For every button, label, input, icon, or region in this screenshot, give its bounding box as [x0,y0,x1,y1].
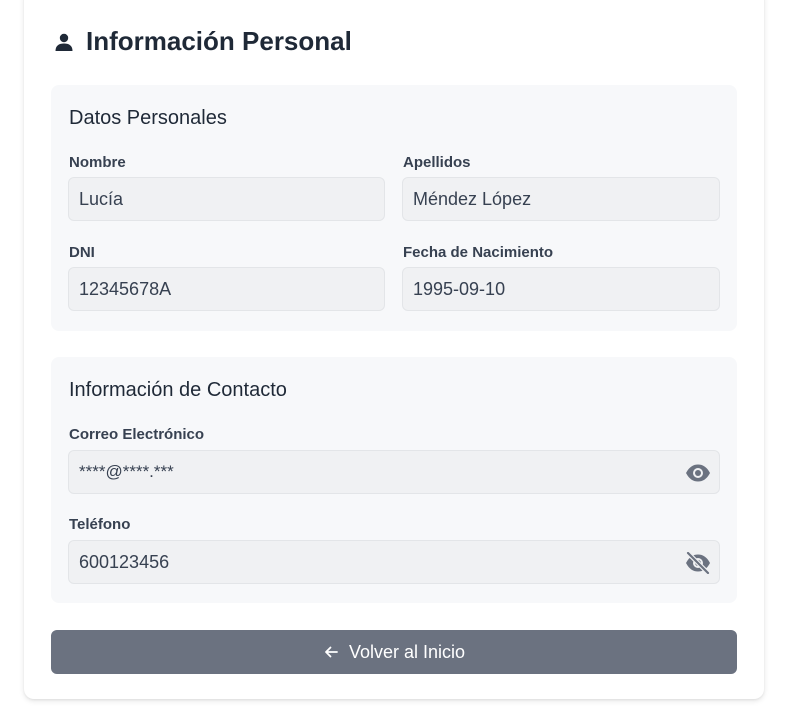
back-button-label: Volver al Inicio [348,641,466,662]
phone-field[interactable]: 600123456 [68,540,720,584]
nombre-label: Nombre [69,154,126,171]
personal-data-panel: Datos Personales Nombre Lucía Apellidos … [51,85,737,331]
apellidos-label: Apellidos [403,154,471,171]
page-title: Información Personal [86,26,352,56]
phone-label: Teléfono [69,516,131,533]
panel-title-contact: Información de Contacto [69,379,287,401]
apellidos-field[interactable]: Méndez López [402,177,720,221]
back-to-home-button[interactable]: Volver al Inicio [51,630,737,674]
contact-info-panel: Información de Contacto Correo Electróni… [51,357,737,603]
dni-value: 12345678A [79,278,172,299]
eye-slash-icon[interactable] [685,550,711,576]
fecha-nacimiento-field[interactable]: 1995-09-10 [402,267,720,311]
email-label: Correo Electrónico [69,426,205,443]
panel-title-personal: Datos Personales [69,107,227,129]
fecha-nacimiento-label: Fecha de Nacimiento [403,244,554,261]
arrow-left-icon [323,644,339,660]
email-value: ****@****.*** [79,462,174,481]
email-field[interactable]: ****@****.*** [68,450,720,494]
nombre-field[interactable]: Lucía [68,177,385,221]
apellidos-value: Méndez López [413,188,532,209]
nombre-value: Lucía [79,188,124,209]
dni-field[interactable]: 12345678A [68,267,385,311]
page-header: Información Personal [54,26,352,57]
fecha-nacimiento-value: 1995-09-10 [413,278,506,299]
dni-label: DNI [69,244,95,261]
phone-value: 600123456 [79,551,170,572]
eye-icon[interactable] [685,460,711,486]
user-icon [54,32,74,52]
